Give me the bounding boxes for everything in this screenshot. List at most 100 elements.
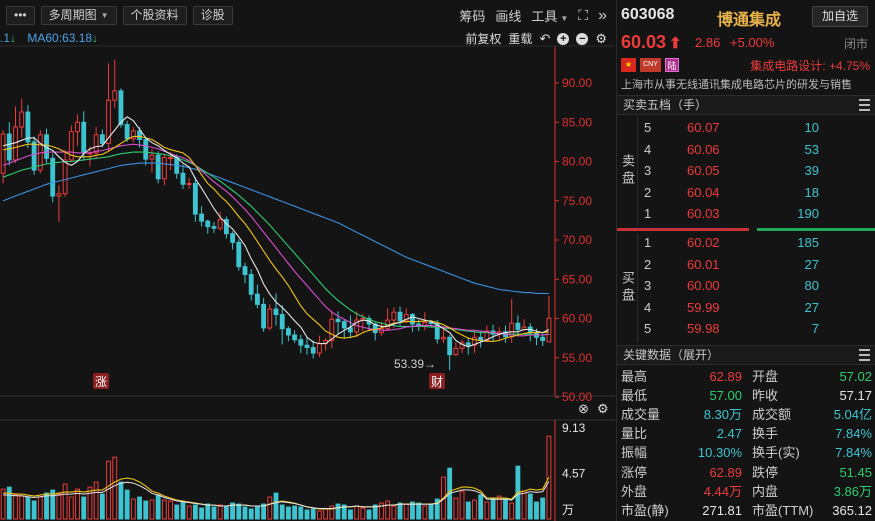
menu-icon[interactable] [859, 99, 870, 111]
keydata-value: 57.17 [839, 388, 872, 404]
keydata-label: 成交额 [752, 407, 792, 423]
keydata-value: 271.81 [702, 502, 742, 518]
currency-tag: CNY [640, 58, 661, 72]
ma60-line [2, 162, 549, 295]
orderbook-row[interactable]: 2 60.04 18 [639, 182, 875, 203]
keydata-value: 2.47 [716, 426, 742, 442]
orderbook-row[interactable]: 3 60.05 39 [639, 160, 875, 181]
candle-body [348, 327, 353, 333]
volume-bar [465, 501, 471, 520]
keydata-header[interactable]: 关键数据（展开） [617, 345, 875, 365]
keydata-value: 365.12 [832, 502, 872, 518]
price-tick-label: 90.00 [562, 76, 592, 90]
orderbook-volume: 7 [811, 321, 819, 337]
volume-bar [267, 496, 273, 520]
orderbook-row[interactable]: 1 60.02 185 [639, 232, 875, 253]
candle-body [267, 308, 273, 329]
add-watchlist-button[interactable]: 加自选 [811, 6, 868, 27]
orderbook-header[interactable]: 买卖五档（手） [617, 95, 875, 115]
orderbook-price: 60.02 [687, 235, 720, 250]
volume-bar [99, 493, 105, 520]
candle-body [453, 347, 459, 356]
event-marker-zhang[interactable]: 涨 [95, 374, 107, 389]
orderbook-row[interactable]: 4 60.06 53 [639, 139, 875, 160]
keydata-value: 62.89 [709, 369, 742, 384]
candle-body [230, 233, 236, 243]
volume-bar [304, 509, 310, 520]
volume-bar [354, 505, 360, 520]
keydata-label: 振幅 [621, 445, 648, 461]
orderbook-row[interactable]: 5 59.98 7 [639, 318, 875, 339]
volume-bar [403, 503, 409, 520]
candle-body [261, 303, 267, 329]
keydata-value: 62.89 [709, 464, 742, 480]
orderbook-row[interactable]: 2 60.01 27 [639, 254, 875, 275]
menu-icon[interactable] [859, 349, 870, 361]
keydata-label: 换手(实) [752, 445, 800, 461]
keydata-value: 5.04亿 [833, 407, 872, 423]
volume-bar [242, 506, 248, 520]
volume-bar [143, 500, 149, 520]
volume-bar [192, 504, 198, 520]
candle-body [304, 344, 310, 349]
keydata-label: 跌停 [752, 464, 779, 480]
keydata-value: 8.30万 [703, 407, 742, 423]
orderbook-level: 2 [644, 256, 652, 272]
price-change: 2.86 [695, 35, 721, 50]
event-marker-cai[interactable]: 财 [431, 375, 443, 389]
gear-icon[interactable]: ⚙ [597, 401, 609, 416]
candle-body [410, 314, 415, 325]
orderbook-level: 1 [644, 235, 652, 250]
candle-body [168, 157, 173, 160]
orderbook-price: 60.06 [687, 141, 720, 157]
keydata-label: 最低 [621, 388, 648, 404]
close-icon[interactable]: ⊗ [578, 401, 589, 416]
kline-chart[interactable]: 90.00 85.00 80.00 75.00 70.00 65.00 60.00 55.00… [0, 0, 615, 521]
candle-body [217, 219, 223, 229]
candle-body [93, 134, 99, 154]
volume-bar [385, 500, 391, 520]
keydata-row: 最低 57.00 昨收 57.17 [617, 386, 875, 405]
chart-panel: ••• 多周期图 ▼ 个股资料 诊股 筹码 画线 工具 ▼ ⛶ » .1↓ MA60… [0, 0, 615, 521]
keydata-label: 内盘 [752, 483, 779, 499]
orderbook-row[interactable]: 3 60.00 80 [639, 275, 875, 296]
volume-bar [509, 502, 515, 520]
price-change-pct: +5.00% [730, 35, 775, 50]
candle-body [515, 322, 521, 330]
volume-bar [19, 495, 25, 520]
orderbook-volume: 53 [804, 141, 819, 157]
orderbook-row[interactable]: 1 60.03 190 [639, 203, 875, 224]
keydata-value: 57.00 [709, 388, 742, 404]
arrow-up-icon: ⬆ [669, 35, 682, 52]
volume-bar [360, 507, 366, 520]
orderbook-row[interactable]: 4 59.99 27 [639, 297, 875, 318]
volume-bar [217, 504, 223, 520]
keydata-row: 最高 62.89 开盘 57.02 [617, 367, 875, 386]
volume-bar [335, 503, 341, 520]
keydata-label: 市盈(静) [621, 502, 669, 518]
keydata-label: 开盘 [752, 369, 779, 384]
volume-bar [155, 494, 161, 520]
keydata-value: 3.86万 [833, 483, 872, 499]
orderbook-level: 5 [644, 120, 652, 135]
keydata-label: 外盘 [621, 483, 648, 499]
keydata-row: 量比 2.47 换手 7.84% [617, 424, 875, 443]
volume-bar [540, 497, 546, 520]
volume-bar [149, 499, 155, 520]
candle-body [391, 311, 397, 321]
candle-body [81, 121, 87, 154]
volume-bar [211, 506, 217, 520]
price-tick-label: 75.00 [562, 194, 592, 208]
volume-bar [248, 508, 254, 520]
orderbook-volume: 185 [797, 235, 819, 250]
candle-body [540, 336, 546, 341]
buy-label: 买盘 [617, 233, 638, 343]
orderbook-row[interactable]: 5 60.07 10 [639, 117, 875, 138]
sector-change: 集成电路设计: +4.75% [750, 59, 870, 73]
volume-bar [428, 504, 434, 520]
candle-body [441, 336, 446, 340]
volume-bar [366, 509, 372, 520]
candle-body [310, 347, 316, 354]
company-description: 上海市从事无线通讯集成电路芯片的研发与销售 [621, 79, 852, 91]
candle-body [397, 311, 403, 322]
